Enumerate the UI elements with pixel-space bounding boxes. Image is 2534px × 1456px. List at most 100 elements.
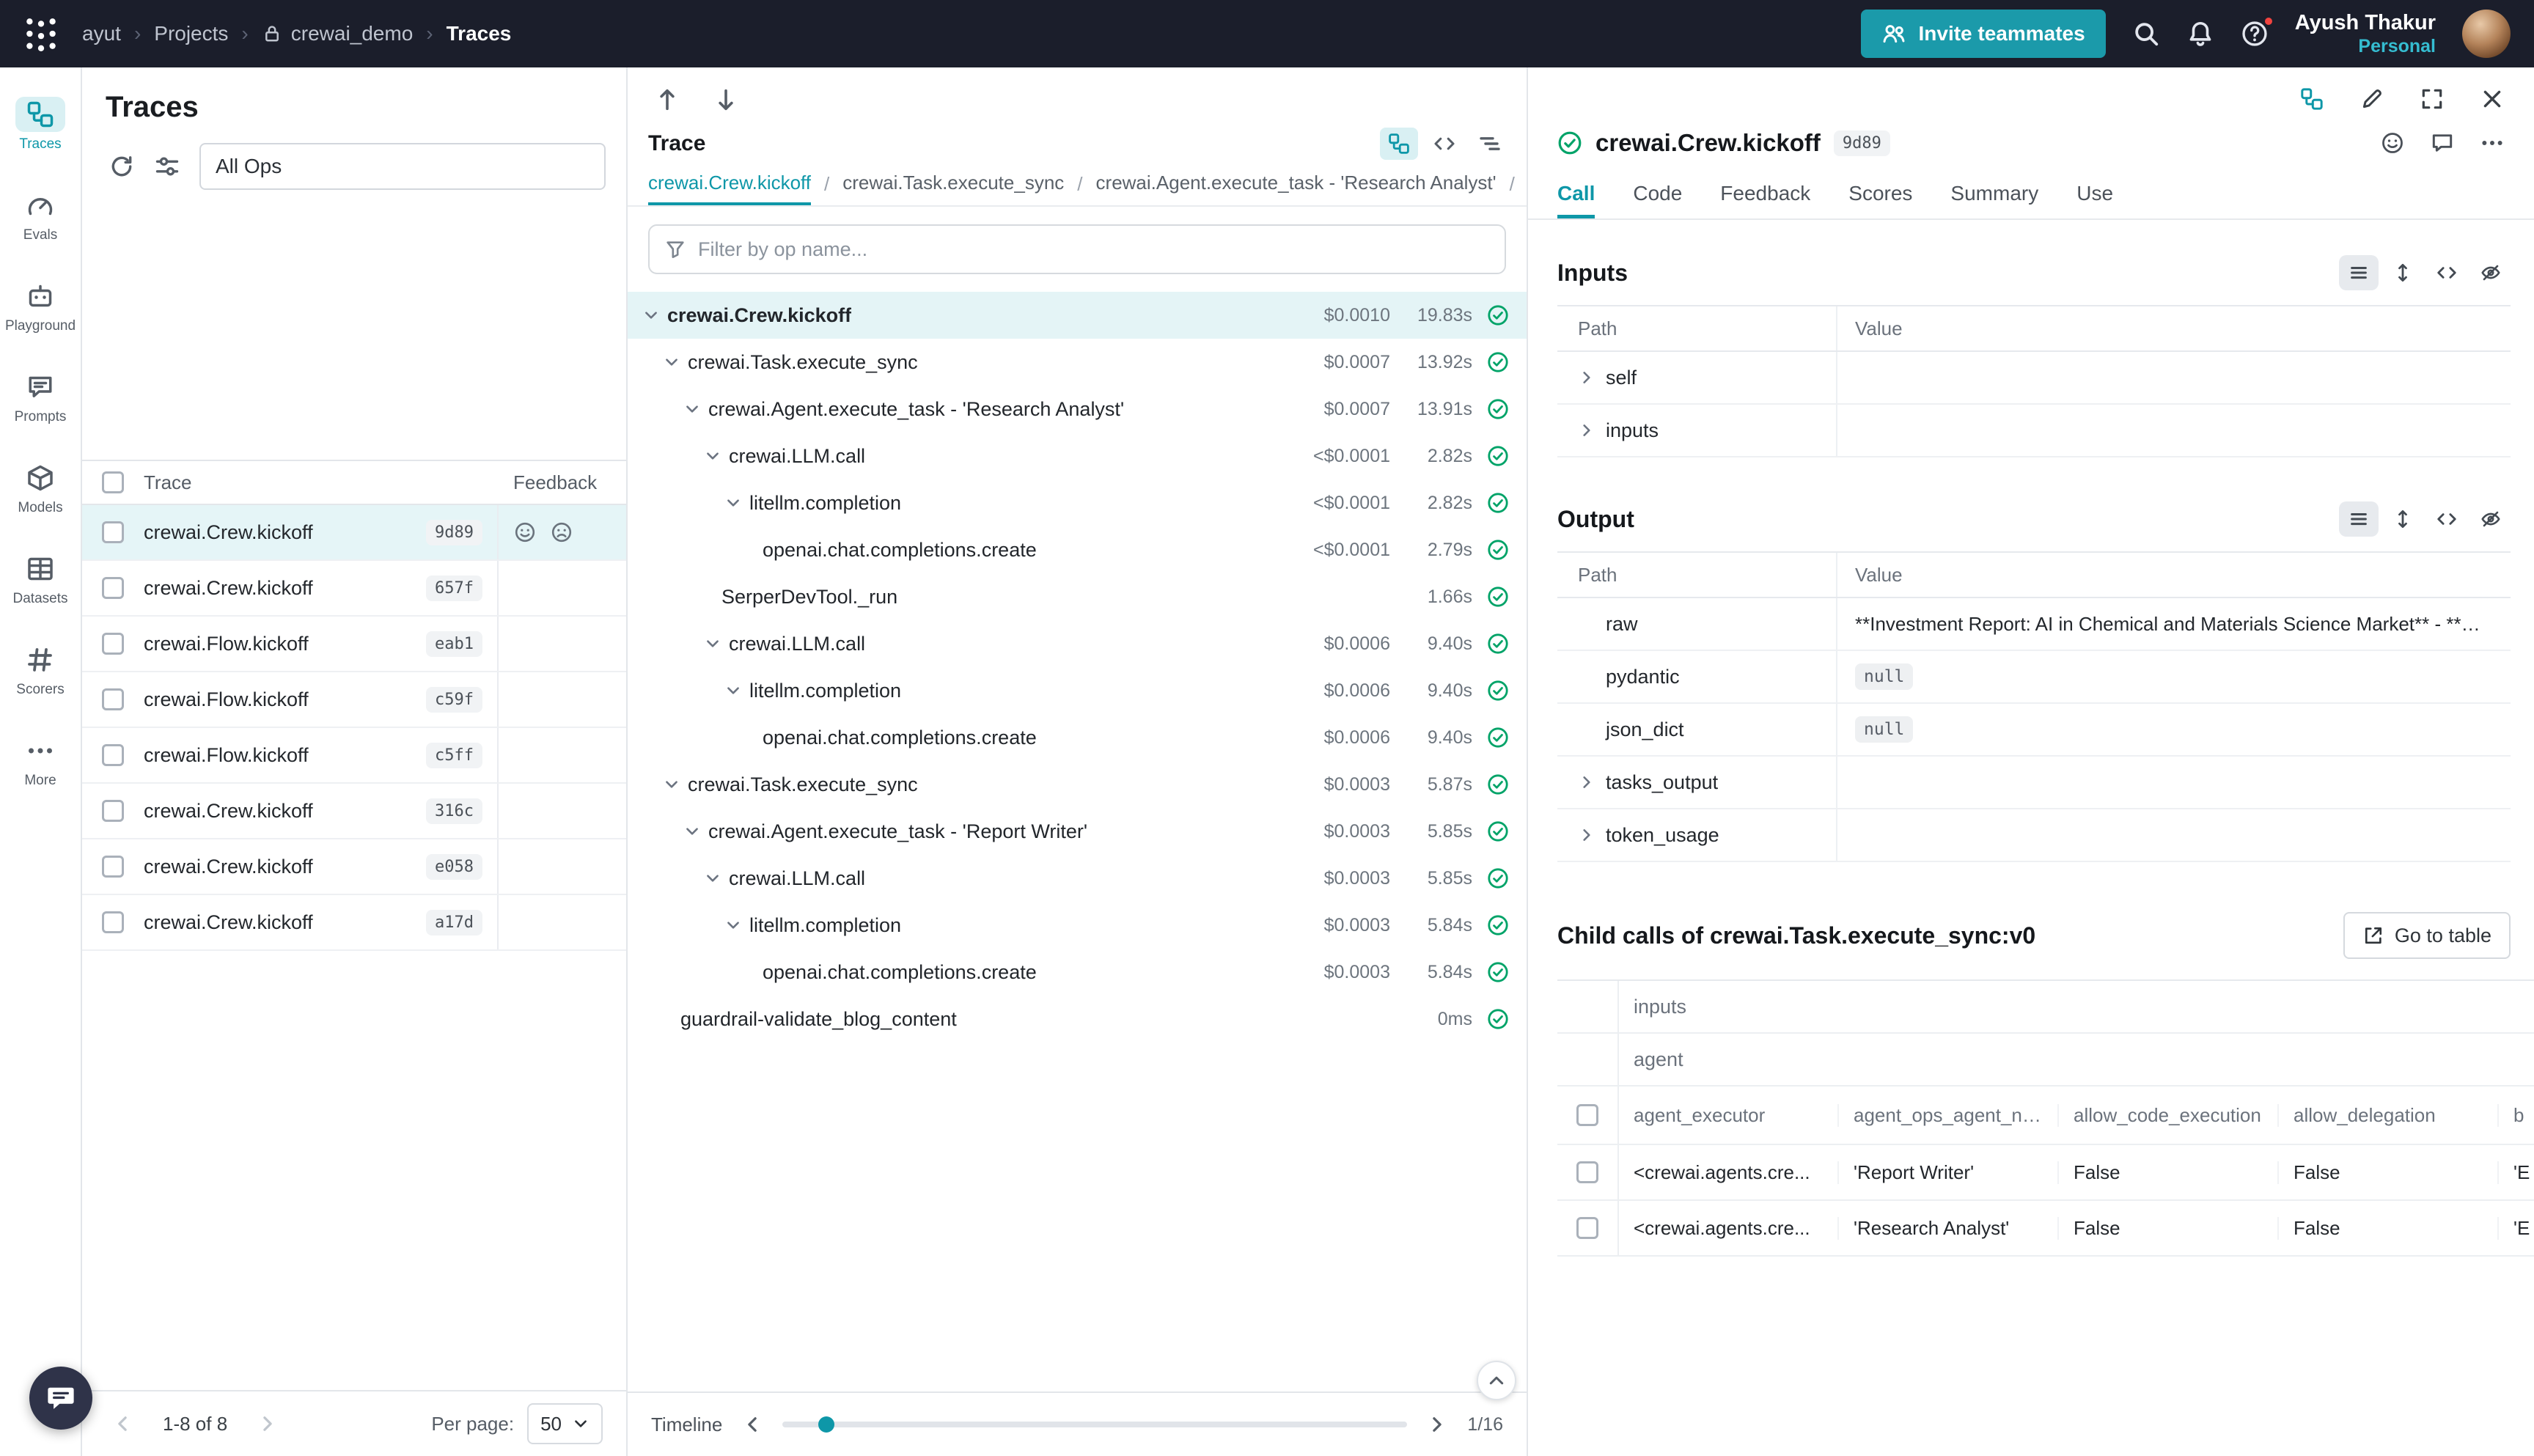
tab-use[interactable]: Use xyxy=(2076,172,2113,218)
table-row[interactable]: crewai.Crew.kickoff316c xyxy=(82,784,626,839)
next-page-icon[interactable] xyxy=(257,1413,279,1435)
table-row[interactable]: crewai.Crew.kickoffa17d xyxy=(82,895,626,951)
trace-column-header[interactable]: Trace xyxy=(144,471,497,494)
prev-trace-icon[interactable] xyxy=(654,87,680,113)
tab-code[interactable]: Code xyxy=(1633,172,1682,218)
sidebar-item-datasets[interactable]: Datasets xyxy=(0,534,81,625)
trace-tree-row[interactable]: crewai.Task.execute_sync $0.0007 13.92s xyxy=(628,339,1527,386)
code-view-icon[interactable] xyxy=(1425,128,1464,160)
row-checkbox[interactable] xyxy=(102,911,124,933)
column-settings-icon[interactable] xyxy=(154,153,180,180)
table-row[interactable]: crewai.Crew.kickoff657f xyxy=(82,561,626,617)
row-checkbox[interactable] xyxy=(102,521,124,543)
list-view-icon[interactable] xyxy=(2339,501,2379,537)
sidebar-item-traces[interactable]: Traces xyxy=(0,79,81,170)
comment-icon[interactable] xyxy=(2430,130,2455,155)
bell-icon[interactable] xyxy=(2186,20,2214,48)
chat-bubble-button[interactable] xyxy=(29,1367,92,1430)
trace-tree-row[interactable]: crewai.LLM.call $0.0003 5.85s xyxy=(628,855,1527,902)
column-header[interactable]: agent_ops_agent_nan xyxy=(1839,1104,2059,1127)
column-header[interactable]: b xyxy=(2499,1104,2534,1127)
row-checkbox[interactable] xyxy=(102,633,124,655)
select-all-checkbox[interactable] xyxy=(1576,1104,1598,1126)
row-checkbox[interactable] xyxy=(102,800,124,822)
trace-tree-row[interactable]: openai.chat.completions.create $0.0006 9… xyxy=(628,714,1527,761)
kv-row[interactable]: self xyxy=(1557,352,2511,405)
sidebar-item-scorers[interactable]: Scorers xyxy=(0,625,81,716)
chevron-right-icon[interactable] xyxy=(1578,773,1595,791)
sidebar-item-models[interactable]: Models xyxy=(0,443,81,534)
list-view-icon[interactable] xyxy=(2339,255,2379,290)
chevron-down-icon[interactable] xyxy=(663,776,688,793)
fullscreen-icon[interactable] xyxy=(2420,87,2445,111)
invite-teammates-button[interactable]: Invite teammates xyxy=(1861,10,2105,58)
ops-filter-select[interactable]: All Ops xyxy=(199,143,606,190)
flame-view-icon[interactable] xyxy=(1471,128,1509,160)
frowny-feedback-icon[interactable] xyxy=(550,521,573,544)
row-checkbox[interactable] xyxy=(102,744,124,766)
tree-panel-toggle-icon[interactable] xyxy=(2299,87,2324,111)
trace-tree-row[interactable]: crewai.Task.execute_sync $0.0003 5.87s xyxy=(628,761,1527,808)
trace-tree-row[interactable]: litellm.completion <$0.0001 2.82s xyxy=(628,479,1527,526)
prev-page-icon[interactable] xyxy=(111,1413,133,1435)
table-row[interactable]: crewai.Flow.kickoffc5ff xyxy=(82,728,626,784)
breadcrumb-project[interactable]: crewai_demo xyxy=(262,22,414,45)
trace-tree-row[interactable]: litellm.completion $0.0006 9.40s xyxy=(628,667,1527,714)
code-view-icon[interactable] xyxy=(2427,501,2467,537)
trace-tree-row[interactable]: crewai.LLM.call $0.0006 9.40s xyxy=(628,620,1527,667)
wandb-logo[interactable] xyxy=(15,7,67,60)
kv-row[interactable]: raw **Investment Report: AI in Chemical … xyxy=(1557,598,2511,651)
edit-icon[interactable] xyxy=(2359,87,2384,111)
sidebar-item-more[interactable]: More xyxy=(0,716,81,806)
op-crumb[interactable]: crewai.Task.execute_sync xyxy=(842,163,1064,205)
tree-view-icon[interactable] xyxy=(1380,128,1418,160)
avatar[interactable] xyxy=(2462,10,2511,58)
sidebar-item-evals[interactable]: Evals xyxy=(0,170,81,261)
refresh-icon[interactable] xyxy=(109,153,135,180)
timeline-next-icon[interactable] xyxy=(1426,1413,1448,1435)
trace-tree-row[interactable]: guardrail-validate_blog_content 0ms xyxy=(628,996,1527,1043)
sidebar-item-prompts[interactable]: Prompts xyxy=(0,352,81,443)
timeline-slider-knob[interactable] xyxy=(818,1416,834,1433)
column-header[interactable]: allow_delegation xyxy=(2279,1104,2499,1127)
chevron-right-icon[interactable] xyxy=(1578,369,1595,386)
trace-tree-row[interactable]: SerperDevTool._run 1.66s xyxy=(628,573,1527,620)
breadcrumb-team[interactable]: ayut xyxy=(82,22,121,45)
chevron-down-icon[interactable] xyxy=(704,869,729,887)
breadcrumb-projects[interactable]: Projects xyxy=(154,22,228,45)
chevron-right-icon[interactable] xyxy=(1578,422,1595,439)
go-to-table-button[interactable]: Go to table xyxy=(2343,912,2511,959)
column-header[interactable]: allow_code_execution xyxy=(2059,1104,2279,1127)
kv-row[interactable]: tasks_output xyxy=(1557,757,2511,809)
feedback-column-header[interactable]: Feedback xyxy=(497,461,626,504)
op-name-filter-input[interactable] xyxy=(698,238,1490,261)
chevron-down-icon[interactable] xyxy=(724,916,749,934)
column-header[interactable]: agent_executor xyxy=(1619,1104,1839,1127)
chevron-down-icon[interactable] xyxy=(724,494,749,512)
kv-row[interactable]: json_dict null xyxy=(1557,704,2511,757)
trace-tree-row[interactable]: crewai.Agent.execute_task - 'Research An… xyxy=(628,386,1527,433)
user-menu[interactable]: Ayush Thakur Personal xyxy=(2295,10,2436,58)
smiley-feedback-icon[interactable] xyxy=(513,521,537,544)
table-row[interactable]: <crewai.agents.cre... 'Research Analyst'… xyxy=(1557,1201,2534,1257)
chevron-down-icon[interactable] xyxy=(704,635,729,652)
table-row[interactable]: crewai.Flow.kickoffc59f xyxy=(82,672,626,728)
hide-values-icon[interactable] xyxy=(2471,255,2511,290)
trace-tree-row[interactable]: openai.chat.completions.create $0.0003 5… xyxy=(628,949,1527,996)
row-checkbox[interactable] xyxy=(1576,1161,1598,1183)
scroll-to-top-button[interactable] xyxy=(1477,1361,1516,1400)
table-row[interactable]: <crewai.agents.cre... 'Report Writer' Fa… xyxy=(1557,1145,2534,1201)
chevron-right-icon[interactable] xyxy=(1578,826,1595,844)
trace-tree-row[interactable]: litellm.completion $0.0003 5.84s xyxy=(628,902,1527,949)
table-row[interactable]: crewai.Flow.kickoffeab1 xyxy=(82,617,626,672)
chevron-down-icon[interactable] xyxy=(683,400,708,418)
op-crumb[interactable]: crewai.Crew.kickoff xyxy=(648,163,811,205)
tab-summary[interactable]: Summary xyxy=(1950,172,2038,218)
tab-call[interactable]: Call xyxy=(1557,172,1595,218)
timeline-prev-icon[interactable] xyxy=(741,1413,763,1435)
kv-row[interactable]: inputs xyxy=(1557,405,2511,457)
expand-rows-icon[interactable] xyxy=(2383,501,2423,537)
hide-values-icon[interactable] xyxy=(2471,501,2511,537)
timeline-slider[interactable] xyxy=(782,1422,1407,1427)
tab-feedback[interactable]: Feedback xyxy=(1720,172,1810,218)
